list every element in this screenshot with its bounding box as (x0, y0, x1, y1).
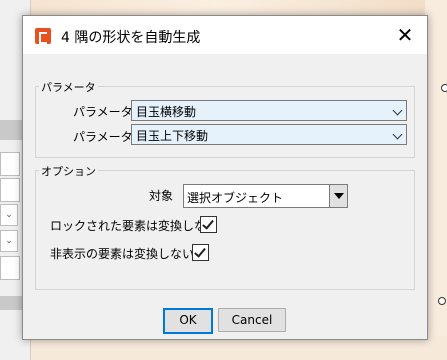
parameter1-value: 目玉横移動 (136, 105, 197, 119)
dialog-title: 4 隅の形状を自動生成 (61, 30, 201, 46)
locked-elements-checkbox[interactable] (200, 216, 217, 233)
panel-field[interactable] (0, 178, 20, 202)
panel-field[interactable] (0, 256, 20, 280)
parameter2-value: 目玉上下移動 (136, 129, 209, 143)
parameters-group (35, 86, 415, 158)
dialog-titlebar[interactable]: 4 隅の形状を自動生成 ✕ (23, 16, 427, 54)
locked-elements-label: ロックされた要素は変換しない (50, 219, 219, 233)
target-select[interactable]: 選択オブジェクト (183, 184, 348, 208)
dialog-footer: OK Cancel (23, 301, 427, 339)
chevron-down-icon (392, 105, 403, 116)
hidden-elements-label: 非表示の要素は変換しない (50, 247, 195, 261)
options-group-label: オプション (39, 163, 98, 179)
parameter2-combobox[interactable]: 目玉上下移動 (131, 124, 407, 145)
target-value: 選択オブジェクト (187, 191, 284, 205)
cancel-button[interactable]: Cancel (218, 308, 286, 332)
auto-generate-dialog: 4 隅の形状を自動生成 ✕ パラメータ パラメータ1 目玉横移動 パラメータ2 … (22, 15, 428, 340)
target-label: 対象 (149, 189, 174, 203)
panel-dropdown[interactable]: ⌄ (0, 204, 18, 226)
close-icon[interactable]: ✕ (389, 20, 421, 50)
ok-button[interactable]: OK (163, 308, 213, 334)
canvas-right-edge (425, 0, 447, 360)
hidden-elements-checkbox[interactable] (192, 244, 209, 261)
parameter1-combobox[interactable]: 目玉横移動 (131, 100, 407, 121)
triangle-down-icon[interactable] (329, 185, 347, 207)
parameters-group-label: パラメータ (39, 79, 98, 95)
app-logo-icon (35, 28, 51, 44)
mesh-handle[interactable] (441, 84, 447, 92)
mesh-handle[interactable] (438, 297, 446, 305)
chevron-down-icon (392, 129, 403, 140)
panel-field[interactable] (0, 152, 20, 176)
panel-dropdown[interactable]: ⌄ (0, 230, 18, 252)
